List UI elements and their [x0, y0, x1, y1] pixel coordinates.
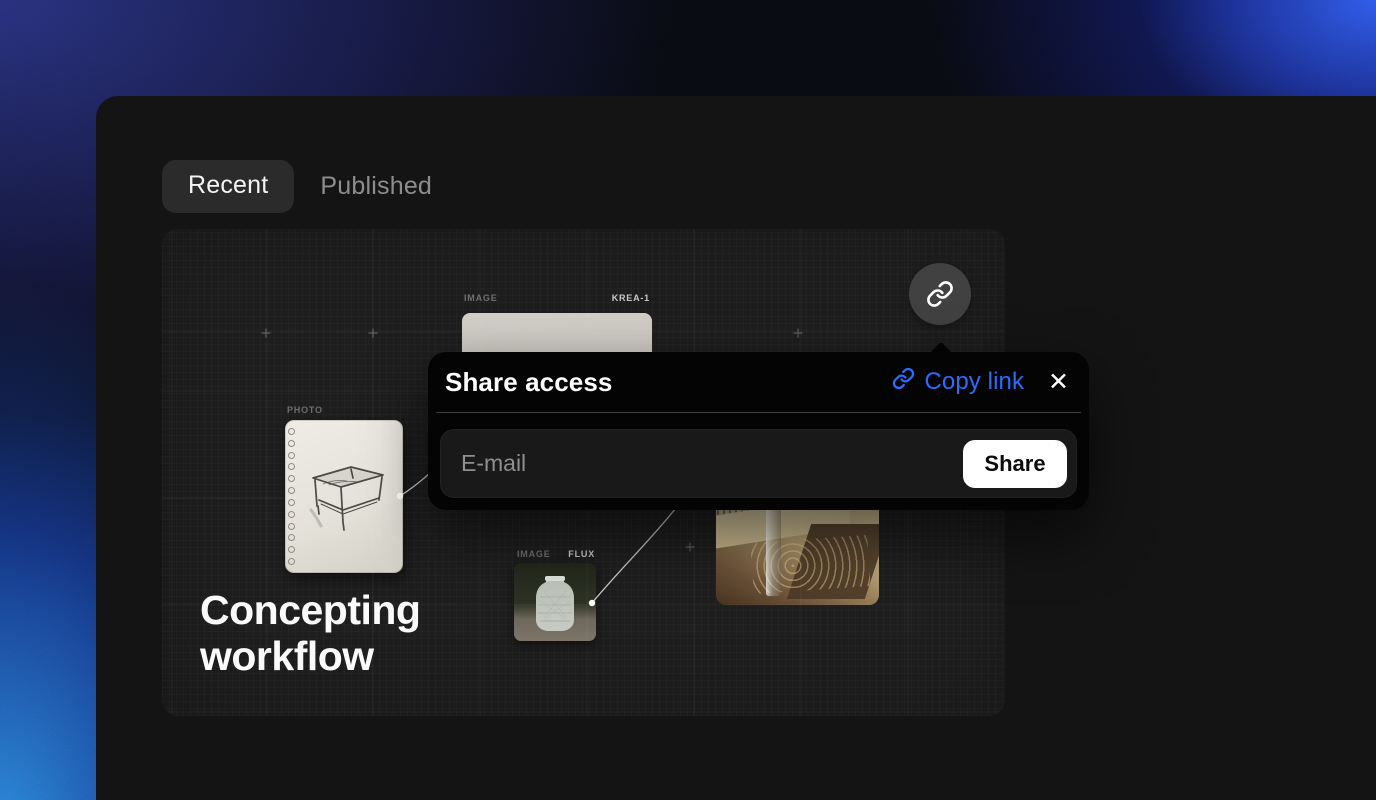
- glass-jar: [532, 575, 578, 633]
- popover-title: Share access: [445, 367, 892, 398]
- table-sketch: [301, 448, 393, 548]
- notebook-sketch-node[interactable]: [285, 420, 403, 573]
- link-icon: [892, 367, 915, 397]
- tab-bar: Recent Published: [162, 160, 432, 213]
- tab-recent[interactable]: Recent: [162, 160, 294, 213]
- share-link-button[interactable]: [909, 263, 971, 325]
- close-icon[interactable]: ✕: [1046, 368, 1071, 397]
- tab-published[interactable]: Published: [320, 172, 432, 201]
- node-type-label: IMAGE: [517, 549, 551, 559]
- share-popover: Share access Copy link ✕ Share: [428, 352, 1089, 510]
- node-type-label: IMAGE: [464, 293, 498, 303]
- spiral-binding: [288, 428, 295, 565]
- share-button[interactable]: Share: [963, 440, 1067, 488]
- desktop: Recent Published IMAGE KREA-1 PHOTO: [0, 0, 1376, 800]
- node-label-row: IMAGE KREA-1: [464, 293, 650, 303]
- node-model-label: KREA-1: [612, 293, 650, 303]
- copy-link-label: Copy link: [924, 368, 1024, 396]
- popover-body: Share: [428, 413, 1089, 510]
- node-label-row: PHOTO: [287, 405, 401, 415]
- glass-jar-image-node[interactable]: [514, 563, 596, 641]
- popover-header: Share access Copy link ✕: [428, 352, 1089, 412]
- email-input-row: Share: [440, 429, 1077, 498]
- project-title: Concepting workflow: [200, 587, 460, 680]
- link-icon: [926, 280, 954, 308]
- copy-link-button[interactable]: Copy link: [892, 367, 1024, 397]
- node-type-label: PHOTO: [287, 405, 323, 415]
- node-label-row: IMAGE FLUX: [517, 549, 595, 559]
- node-model-label: FLUX: [568, 549, 595, 559]
